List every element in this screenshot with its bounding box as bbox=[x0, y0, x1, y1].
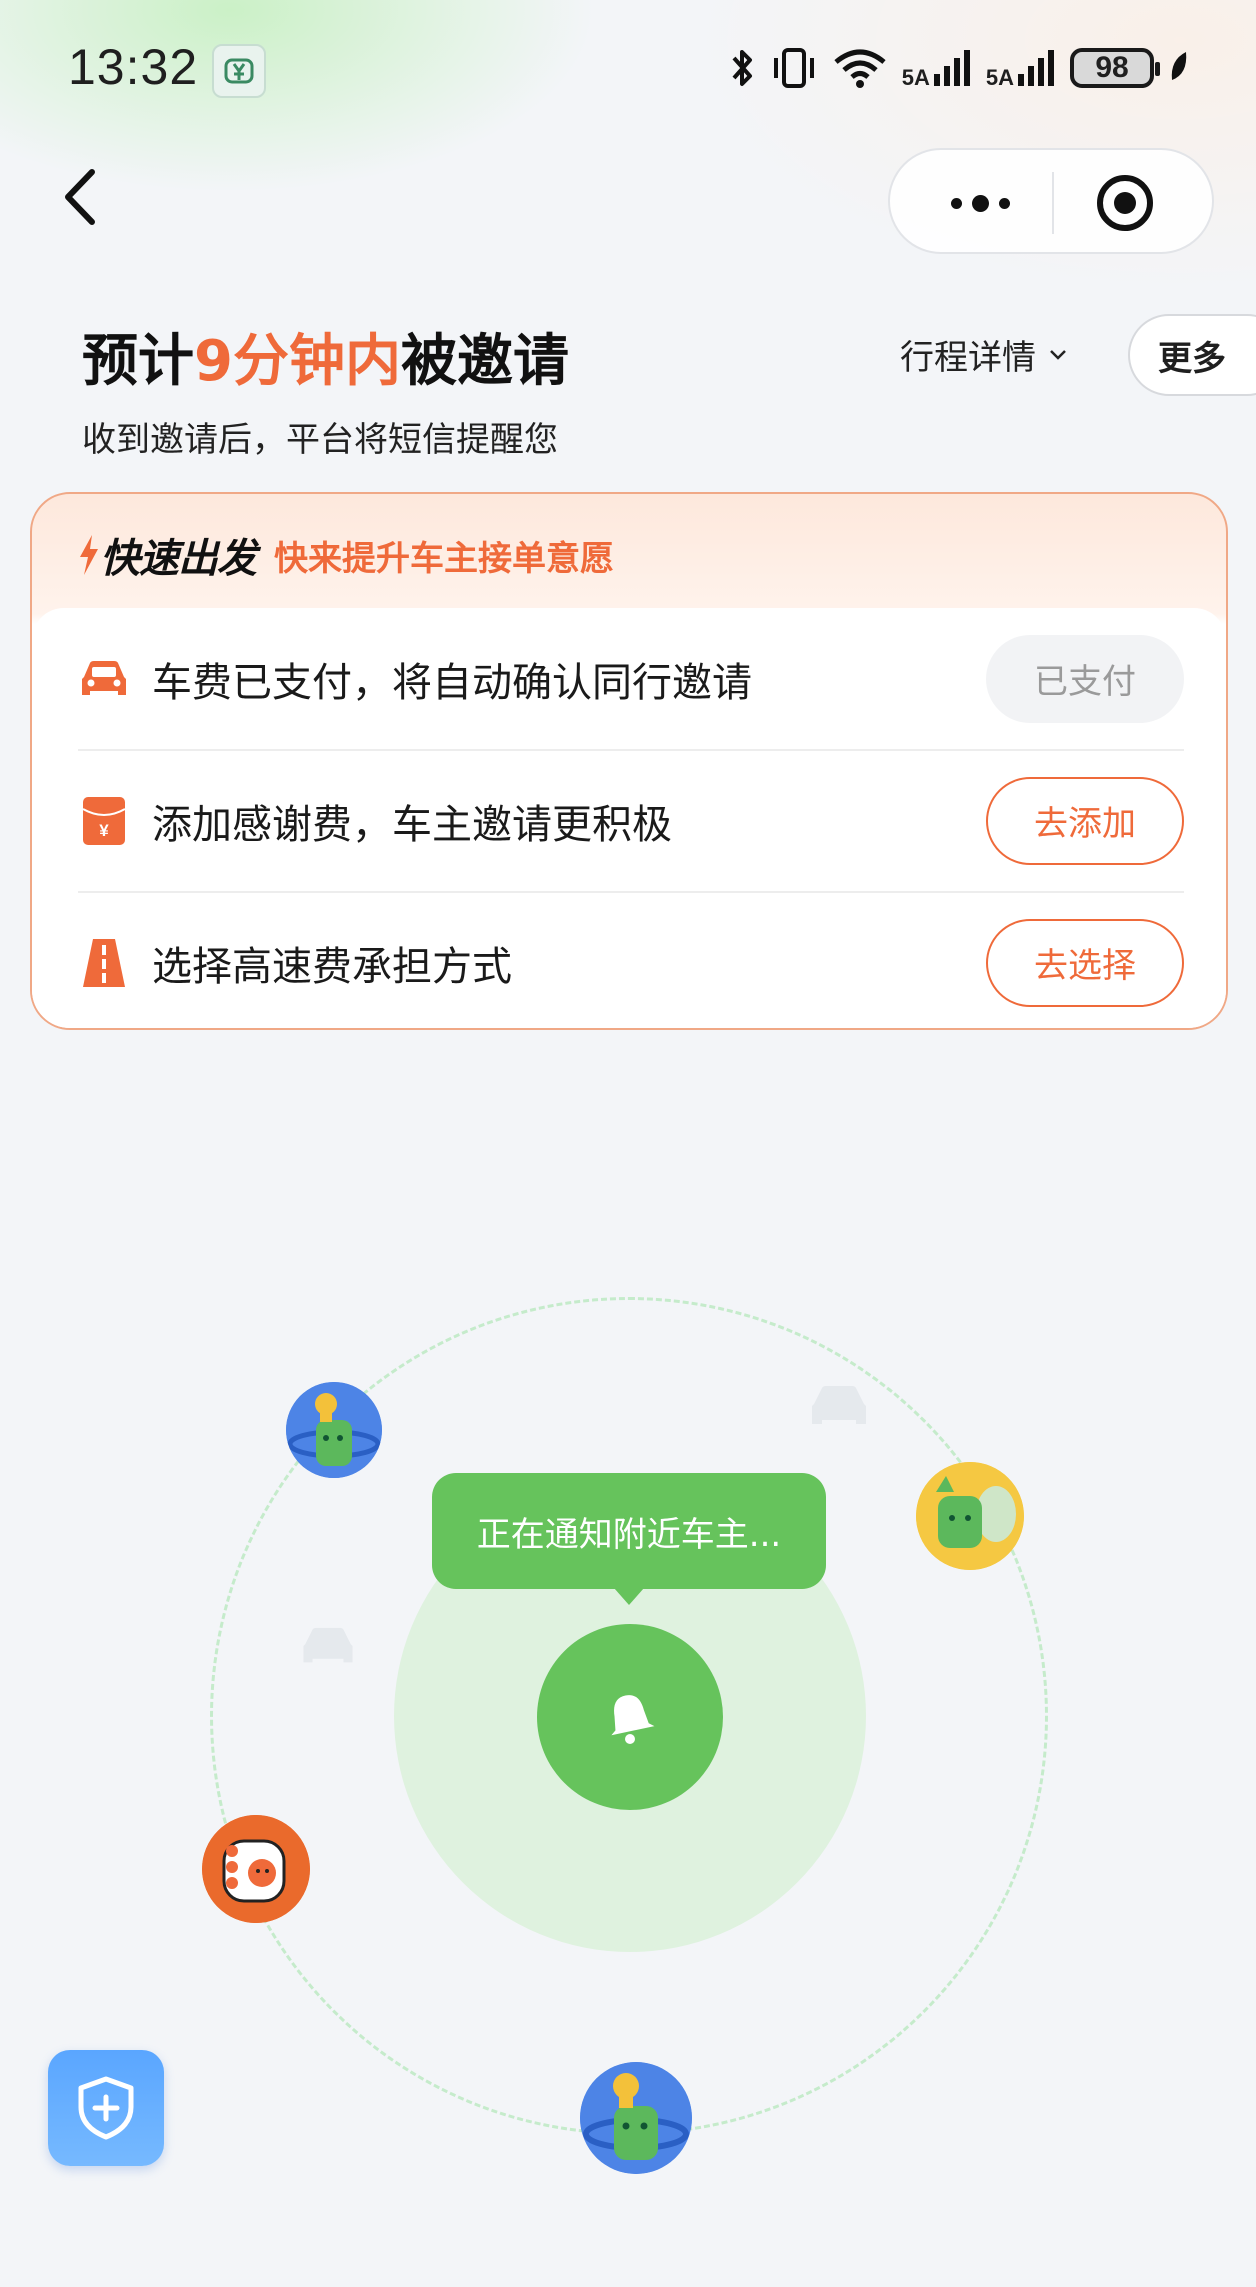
network-label-1: 5A bbox=[901, 65, 930, 90]
back-button[interactable] bbox=[56, 162, 108, 232]
add-thanks-fee-button[interactable]: 去添加 bbox=[986, 776, 1184, 865]
tooltip-text: 正在通知附近车主... bbox=[476, 1514, 782, 1555]
battery-level: 98 bbox=[1095, 51, 1129, 84]
leaf-icon bbox=[1171, 52, 1187, 80]
battery-icon: 98 bbox=[1070, 48, 1160, 88]
trip-details-label: 行程详情 bbox=[900, 338, 1036, 378]
notifying-tooltip: 正在通知附近车主... bbox=[432, 1473, 826, 1605]
paid-button[interactable]: 已支付 bbox=[986, 634, 1184, 723]
dot-icon bbox=[998, 197, 1010, 209]
shield-plus-icon bbox=[78, 2076, 134, 2140]
highway-icon bbox=[78, 937, 130, 989]
card-banner: 快速出发 快来提升车主接单意愿 bbox=[78, 526, 614, 584]
bell-icon bbox=[611, 1695, 655, 1744]
car-icon bbox=[303, 1627, 353, 1663]
title-prefix: 预计 bbox=[82, 329, 194, 394]
carrier-icon bbox=[212, 44, 266, 98]
select-highway-fee-button[interactable]: 去选择 bbox=[986, 918, 1184, 1007]
safety-center-button[interactable] bbox=[48, 2050, 164, 2166]
list-item-auto-confirm: 车费已支付，将自动确认同行邀请 已支付 bbox=[78, 608, 1184, 749]
signal-2-icon: 5A bbox=[985, 48, 1056, 90]
bell-button bbox=[537, 1624, 723, 1810]
svg-text:¥: ¥ bbox=[99, 821, 109, 840]
brand-slogan: 快来提升车主接单意愿 bbox=[274, 538, 614, 579]
signal-1-icon: 5A bbox=[901, 48, 972, 90]
mini-program-capsule bbox=[888, 148, 1214, 254]
brand-title-text: 快速出发 bbox=[100, 536, 257, 582]
bluetooth-icon bbox=[732, 50, 752, 86]
chevron-left-icon bbox=[65, 169, 95, 225]
car-icon bbox=[78, 653, 130, 705]
driver-avatar bbox=[580, 2062, 692, 2174]
brand-title: 快速出发 bbox=[78, 526, 257, 584]
list-item-highway-fee: 选择高速费承担方式 去选择 bbox=[78, 892, 1184, 1028]
vibrate-icon bbox=[773, 48, 814, 88]
capsule-divider bbox=[1052, 172, 1054, 234]
target-icon bbox=[1097, 175, 1153, 231]
page-title: 预计9分钟内被邀请 bbox=[82, 316, 569, 397]
wifi-icon bbox=[834, 49, 886, 88]
driver-avatar bbox=[202, 1815, 310, 1923]
lightning-icon bbox=[80, 535, 98, 575]
status-icons: 5A 5A 98 bbox=[728, 46, 1190, 90]
title-suffix: 被邀请 bbox=[400, 329, 569, 394]
card-body: 车费已支付，将自动确认同行邀请 已支付 ¥ 添加感谢费，车主邀请更积极 去添加 … bbox=[32, 608, 1226, 1028]
network-label-2: 5A bbox=[985, 65, 1014, 90]
driver-avatar bbox=[916, 1462, 1024, 1570]
list-item-thanks-fee: ¥ 添加感谢费，车主邀请更积极 去添加 bbox=[78, 750, 1184, 891]
row-text: 添加感谢费，车主邀请更积极 bbox=[152, 801, 672, 848]
close-mini-program-button[interactable] bbox=[1090, 168, 1160, 238]
status-time: 13:32 bbox=[68, 39, 199, 95]
dot-icon bbox=[950, 197, 962, 209]
driver-avatar bbox=[286, 1382, 382, 1478]
dot-icon bbox=[971, 194, 989, 212]
page-subtitle: 收到邀请后，平台将短信提醒您 bbox=[82, 420, 558, 460]
car-icon bbox=[812, 1386, 866, 1424]
trip-details-button[interactable]: 行程详情 bbox=[900, 330, 1068, 379]
title-highlight: 9分钟内 bbox=[194, 329, 401, 394]
chevron-down-icon bbox=[1050, 349, 1066, 360]
more-menu-button[interactable] bbox=[930, 172, 1030, 234]
more-button[interactable]: 更多 bbox=[1128, 314, 1256, 396]
red-envelope-icon: ¥ bbox=[78, 795, 130, 847]
more-label: 更多 bbox=[1158, 338, 1226, 379]
row-text: 车费已支付，将自动确认同行邀请 bbox=[152, 659, 752, 706]
quick-depart-card: 快速出发 快来提升车主接单意愿 车费已支付，将自动确认同行邀请 已支付 ¥ 添加… bbox=[30, 492, 1228, 1030]
row-text: 选择高速费承担方式 bbox=[152, 943, 512, 990]
